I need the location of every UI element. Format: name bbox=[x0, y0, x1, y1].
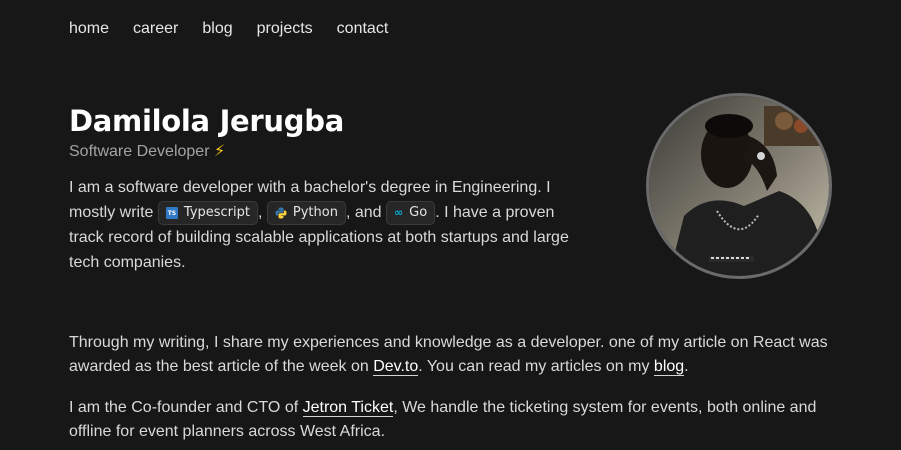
main-nav: home career blog projects contact bbox=[69, 20, 388, 38]
intro-sep-2: , and bbox=[345, 204, 386, 221]
typescript-chip: TS Typescript bbox=[157, 200, 258, 225]
lightning-icon: ⚡ bbox=[213, 143, 226, 160]
avatar-photo bbox=[649, 96, 829, 276]
typescript-label: Typescript bbox=[183, 204, 250, 220]
python-label: Python bbox=[292, 204, 338, 220]
nav-projects-link[interactable]: projects bbox=[257, 20, 313, 38]
go-icon: ∞ bbox=[393, 205, 404, 219]
cofounder-text-1: I am the Co-founder and CTO of bbox=[69, 399, 303, 416]
jetron-ticket-link[interactable]: Jetron Ticket bbox=[302, 399, 394, 417]
writing-paragraph: Through my writing, I share my experienc… bbox=[69, 331, 829, 379]
devto-link[interactable]: Dev.to bbox=[373, 358, 419, 376]
nav-home-link[interactable]: home bbox=[69, 20, 109, 38]
intro-sep-1: , bbox=[258, 204, 267, 221]
nav-blog-link[interactable]: blog bbox=[202, 20, 232, 38]
writing-text-2: . You can read my articles on my bbox=[418, 358, 654, 375]
python-chip: Python bbox=[266, 200, 346, 225]
avatar bbox=[646, 93, 832, 279]
blog-link[interactable]: blog bbox=[653, 358, 685, 376]
typescript-icon: TS bbox=[165, 206, 178, 219]
page-title: Damilola Jerugba bbox=[69, 104, 344, 138]
go-chip: ∞ Go bbox=[385, 200, 436, 225]
intro-paragraph: I am a software developer with a bachelo… bbox=[69, 175, 589, 275]
go-label: Go bbox=[409, 204, 428, 220]
cofounder-paragraph: I am the Co-founder and CTO of Jetron Ti… bbox=[69, 396, 829, 444]
nav-career-link[interactable]: career bbox=[133, 20, 178, 38]
nav-contact-link[interactable]: contact bbox=[337, 20, 389, 38]
python-icon bbox=[275, 207, 287, 219]
writing-text-3: . bbox=[684, 358, 689, 375]
job-title: Software Developer ⚡ bbox=[69, 141, 225, 161]
job-title-text: Software Developer bbox=[69, 143, 210, 160]
